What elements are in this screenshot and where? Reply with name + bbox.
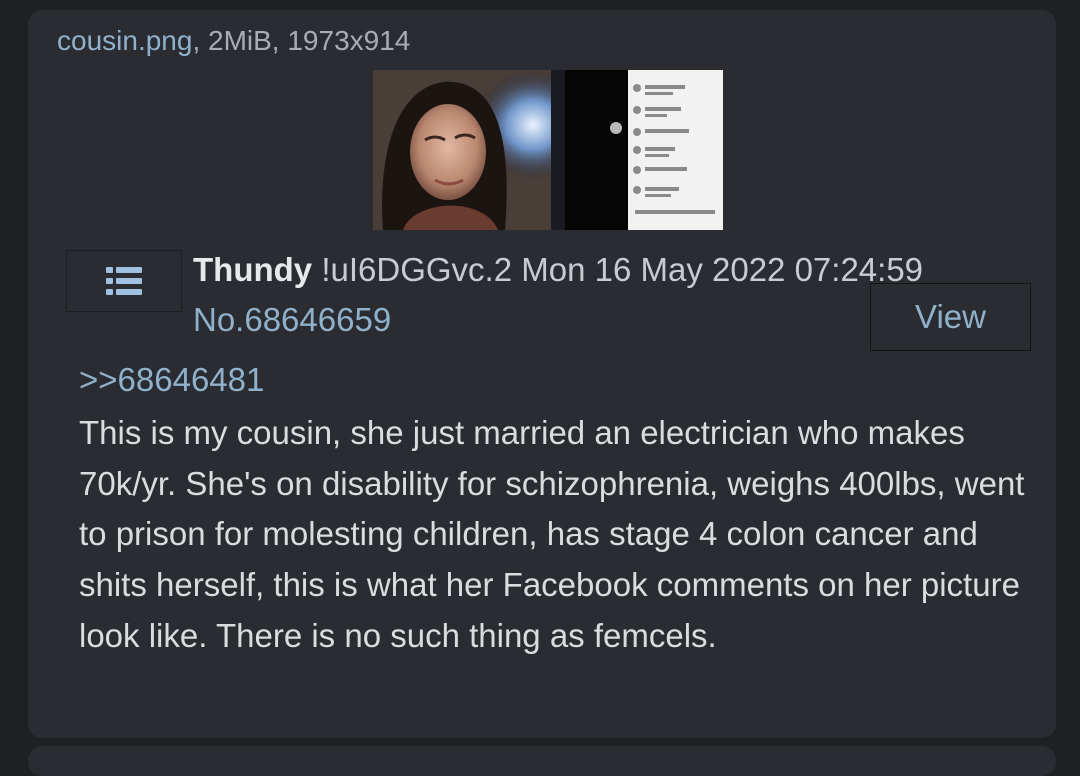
quote-link[interactable]: >>68646481 [79,360,264,400]
post-number-link[interactable]: No.68646659 [193,300,391,340]
post-menu-button[interactable] [66,250,182,312]
next-post-card [28,746,1056,776]
post-body: This is my cousin, she just married an e… [79,414,1025,654]
list-menu-icon [106,267,142,295]
post-thumbnail[interactable] [373,70,723,230]
file-name-link[interactable]: cousin.png [57,25,192,56]
poster-tripcode: !uI6DGGvc.2 [321,251,513,288]
post-card: cousin.png, 2MiB, 1973x914 Thundy !uI6DG… [28,10,1056,738]
post-header: Thundy !uI6DGGvc.2 Mon 16 May 2022 07:24… [193,250,923,290]
file-info: cousin.png, 2MiB, 1973x914 [57,25,410,57]
poster-name: Thundy [193,251,313,288]
view-button[interactable]: View [870,283,1031,351]
file-meta: , 2MiB, 1973x914 [192,25,411,56]
post-datetime: Mon 16 May 2022 07:24:59 [521,251,924,288]
